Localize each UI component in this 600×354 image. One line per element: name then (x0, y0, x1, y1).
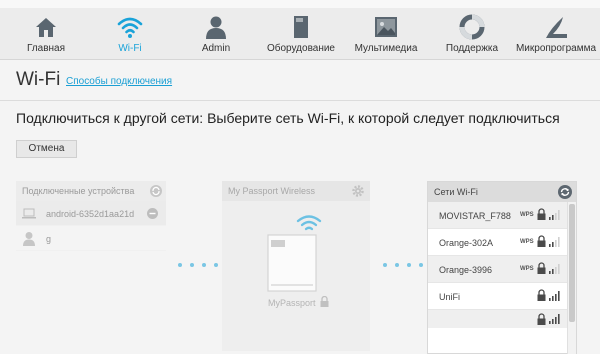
cancel-button[interactable]: Отмена (16, 140, 77, 158)
gear-icon[interactable] (351, 184, 365, 198)
device-row[interactable]: g (16, 226, 166, 251)
wifi-signal-icon (296, 215, 322, 231)
nav-item-home[interactable]: Главная (4, 8, 88, 60)
connected-devices-panel: Подключенные устройства android-6352d1aa… (16, 181, 166, 271)
top-navigation: Главная Wi-Fi Admin Оборудование Мультим… (0, 0, 600, 60)
top-strip (0, 0, 600, 8)
passport-device-icon (267, 234, 317, 292)
network-row[interactable]: Orange-3996 WPS (428, 256, 576, 283)
passport-device-name: MyPassport (268, 298, 316, 308)
lock-icon (320, 296, 329, 307)
network-name: Orange-3996 (439, 265, 493, 275)
lock-icon (537, 235, 546, 247)
support-icon (459, 14, 485, 40)
wifi-networks-panel: Сети Wi-Fi MOVISTAR_F788 WPS Orange-302A… (427, 181, 577, 354)
nav-label-wifi: Wi-Fi (118, 43, 142, 54)
connected-devices-title: Подключенные устройства (22, 186, 135, 196)
nav-label-hardware: Оборудование (266, 43, 335, 54)
admin-icon (206, 16, 226, 39)
connected-devices-header: Подключенные устройства (16, 181, 166, 201)
nav-item-firmware[interactable]: Микропрограмма (514, 8, 598, 60)
signal-bars-icon (549, 237, 560, 247)
wps-badge: WPS (520, 212, 534, 218)
home-icon (36, 18, 56, 37)
remove-icon[interactable] (147, 208, 158, 219)
connector-dots-right (383, 263, 423, 267)
refresh-icon[interactable] (558, 185, 572, 199)
device-row[interactable]: android-6352d1aa21d (16, 201, 166, 226)
nav-item-admin[interactable]: Admin (174, 8, 258, 60)
network-row[interactable] (428, 310, 576, 328)
signal-bars-icon (549, 314, 560, 324)
lock-icon (537, 208, 546, 220)
nav-item-hardware[interactable]: Оборудование (259, 8, 343, 60)
multimedia-icon (375, 17, 397, 37)
wps-badge: WPS (520, 266, 534, 272)
device-name: android-6352d1aa21d (46, 209, 135, 219)
wifi-icon (117, 17, 143, 38)
signal-bars-icon (549, 291, 560, 301)
nav-item-wifi[interactable]: Wi-Fi (88, 8, 172, 60)
passport-panel: My Passport Wireless MyPassport (222, 181, 370, 351)
nav-item-multimedia[interactable]: Мультимедиа (344, 8, 428, 60)
network-row[interactable]: MOVISTAR_F788 WPS (428, 202, 576, 229)
device-name: g (46, 234, 52, 244)
network-name: MOVISTAR_F788 (439, 211, 511, 221)
page-title: Wi-Fi (16, 69, 61, 90)
network-row[interactable]: Orange-302A WPS (428, 229, 576, 256)
network-name: Orange-302A (439, 238, 494, 248)
nav-label-multimedia: Мультимедиа (354, 43, 418, 54)
nav-label-firmware: Микропрограмма (515, 43, 597, 54)
lock-icon (537, 262, 546, 274)
network-name: UniFi (439, 292, 461, 302)
nav-label-home: Главная (26, 43, 66, 54)
passport-header: My Passport Wireless (222, 181, 370, 201)
lock-icon (537, 289, 546, 301)
connection-methods-link[interactable]: Способы подключения (66, 76, 172, 87)
hardware-icon (294, 16, 308, 38)
networks-scrollbar[interactable] (567, 202, 576, 354)
page-header: Wi-Fi Способы подключения (0, 61, 600, 101)
network-row[interactable]: UniFi (428, 283, 576, 310)
signal-bars-icon (549, 264, 560, 274)
user-icon (23, 232, 35, 246)
passport-title: My Passport Wireless (228, 186, 316, 196)
firmware-icon (546, 17, 567, 38)
lock-icon (537, 313, 546, 325)
connect-heading: Подключиться к другой сети: Выберите сет… (16, 110, 560, 126)
wps-badge: WPS (520, 239, 534, 245)
scrollbar-thumb[interactable] (569, 204, 575, 322)
signal-bars-icon (549, 210, 560, 220)
wifi-networks-header: Сети Wi-Fi (428, 182, 576, 202)
nav-item-support[interactable]: Поддержка (430, 8, 514, 60)
laptop-icon (22, 208, 36, 219)
nav-label-support: Поддержка (445, 43, 499, 54)
refresh-icon (150, 185, 162, 197)
wifi-networks-title: Сети Wi-Fi (434, 187, 478, 197)
nav-label-admin: Admin (201, 43, 231, 54)
connector-dots-left (178, 263, 218, 267)
